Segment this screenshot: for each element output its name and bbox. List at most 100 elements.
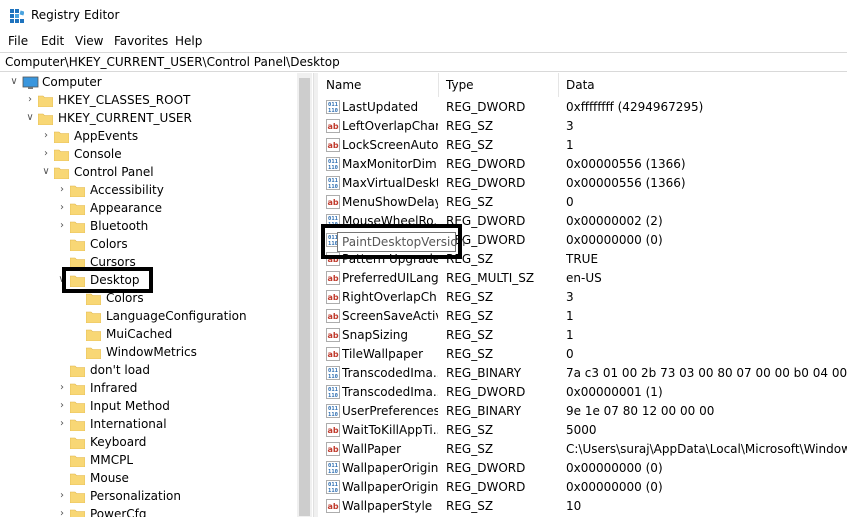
value-row[interactable]: ab WallPaper REG_SZ C:\Users\suraj\AppData\…	[318, 440, 847, 459]
tree-item[interactable]: MMCPL	[0, 452, 297, 470]
tree-item[interactable]: Colors	[0, 236, 297, 254]
tree-item-label[interactable]: MuiCached	[106, 327, 172, 341]
value-row[interactable]: ab RightOverlapCh... REG_SZ 3	[318, 288, 847, 307]
column-separator[interactable]	[438, 73, 439, 97]
tree-item-label[interactable]: HKEY_CURRENT_USER	[58, 111, 192, 125]
tree-item[interactable]: › Appearance	[0, 200, 297, 218]
menu-view[interactable]: View	[75, 34, 103, 48]
menu-file[interactable]: File	[8, 34, 28, 48]
tree-item[interactable]: ∨ HKEY_CURRENT_USER	[0, 110, 297, 128]
column-type[interactable]: Type	[446, 78, 474, 92]
tree-item[interactable]: Keyboard	[0, 434, 297, 452]
tree-item-label[interactable]: HKEY_CLASSES_ROOT	[58, 93, 190, 107]
column-data[interactable]: Data	[566, 78, 595, 92]
tree-item[interactable]: › AppEvents	[0, 128, 297, 146]
menu-favorites[interactable]: Favorites	[114, 34, 168, 48]
expand-chevron-icon[interactable]: ›	[57, 202, 67, 214]
tree-item[interactable]: › Bluetooth	[0, 218, 297, 236]
value-row[interactable]: ab LockScreenAuto... REG_SZ 1	[318, 136, 847, 155]
value-row[interactable]: ab TileWallpaper REG_SZ 0	[318, 345, 847, 364]
value-row[interactable]: 011 110 WallpaperOriginY REG_DWORD 0x0000000…	[318, 478, 847, 497]
expand-chevron-icon[interactable]: ›	[41, 130, 51, 142]
expand-chevron-icon[interactable]: ›	[57, 400, 67, 412]
tree-item-label[interactable]: International	[90, 417, 167, 431]
tree-item-label[interactable]: MMCPL	[90, 453, 133, 467]
address-bar[interactable]: Computer\HKEY_CURRENT_USER\Control Panel…	[0, 52, 847, 72]
tree-item-label[interactable]: Appearance	[90, 201, 162, 215]
value-row[interactable]: 011 110 MaxMonitorDim... REG_DWORD 0x0000055…	[318, 155, 847, 174]
svg-text:ab: ab	[327, 274, 338, 283]
value-row[interactable]: 011 110 LastUpdated REG_DWORD 0xffffffff (42…	[318, 98, 847, 117]
tree-item-label[interactable]: Console	[74, 147, 122, 161]
tree-item-label[interactable]: Colors	[90, 237, 128, 251]
tree-scrollbar[interactable]	[297, 73, 312, 517]
tree-item-label[interactable]: PowerCfg	[90, 507, 147, 517]
value-row[interactable]: ab MenuShowDelay REG_SZ 0	[318, 193, 847, 212]
value-row[interactable]: 011 110 WallpaperOriginX REG_DWORD 0x0000000…	[318, 459, 847, 478]
tree-item[interactable]: › International	[0, 416, 297, 434]
tree-item[interactable]: LanguageConfiguration	[0, 308, 297, 326]
expand-chevron-icon[interactable]: ›	[25, 94, 35, 106]
collapse-chevron-icon[interactable]: ∨	[25, 112, 35, 124]
tree-item-label[interactable]: Accessibility	[90, 183, 164, 197]
column-name[interactable]: Name	[326, 78, 361, 92]
value-row[interactable]: ab SnapSizing REG_SZ 1	[318, 326, 847, 345]
column-separator[interactable]	[558, 73, 559, 97]
tree-item-label[interactable]: Keyboard	[90, 435, 146, 449]
binary-value-icon: 011 110	[326, 385, 340, 399]
value-row[interactable]: 011110MaxVirtualDeskt... REG_DWORD 0x00000…	[318, 174, 847, 193]
value-row[interactable]: ab LeftOverlapChars REG_SZ 3	[318, 117, 847, 136]
value-row[interactable]: 011 110 TranscodedIma... REG_DWORD 0x0000000…	[318, 383, 847, 402]
address-path[interactable]: Computer\HKEY_CURRENT_USER\Control Panel…	[5, 55, 340, 69]
tree-item[interactable]: WindowMetrics	[0, 344, 297, 362]
expand-chevron-icon[interactable]: ›	[57, 220, 67, 232]
tree-item-label[interactable]: AppEvents	[74, 129, 138, 143]
tree-item[interactable]: don't load	[0, 362, 297, 380]
value-data: 1	[566, 328, 574, 342]
value-name: MaxVirtualDeskt...	[342, 176, 438, 190]
value-row[interactable]: 011 110 TranscodedIma... REG_BINARY 7a c3 01…	[318, 364, 847, 383]
expand-chevron-icon[interactable]: ›	[57, 382, 67, 394]
menu-edit[interactable]: Edit	[41, 34, 64, 48]
collapse-chevron-icon[interactable]: ∨	[41, 166, 51, 178]
tree-item[interactable]: › Personalization	[0, 488, 297, 506]
expand-chevron-icon[interactable]: ›	[57, 184, 67, 196]
expand-chevron-icon[interactable]: ›	[41, 148, 51, 160]
tree-item[interactable]: ∨ Control Panel	[0, 164, 297, 182]
tree-item-label[interactable]: Computer	[42, 75, 102, 89]
tree-item[interactable]: MuiCached	[0, 326, 297, 344]
expand-chevron-icon[interactable]: ›	[57, 508, 67, 517]
folder-icon	[69, 418, 86, 432]
tree-item[interactable]: › Infrared	[0, 380, 297, 398]
tree-item-label[interactable]: Bluetooth	[90, 219, 148, 233]
tree-item[interactable]: › Console	[0, 146, 297, 164]
tree-item-label[interactable]: Personalization	[90, 489, 181, 503]
value-row[interactable]: 011110UserPreferences... REG_BINARY 9e 1e …	[318, 402, 847, 421]
tree-item-label[interactable]: Infrared	[90, 381, 137, 395]
tree-scrollbar-thumb[interactable]	[299, 78, 310, 516]
value-name: RightOverlapCh...	[342, 290, 438, 304]
tree-item-label[interactable]: don't load	[90, 363, 150, 377]
expand-chevron-icon[interactable]: ›	[57, 490, 67, 502]
value-row[interactable]: ab WallpaperStyle REG_SZ 10	[318, 497, 847, 516]
tree-item[interactable]: › HKEY_CLASSES_ROOT	[0, 92, 297, 110]
svg-text:110: 110	[328, 374, 338, 380]
tree-item[interactable]: Mouse	[0, 470, 297, 488]
tree-item[interactable]: ∨ Computer	[0, 74, 297, 92]
tree-item-label[interactable]: Mouse	[90, 471, 129, 485]
tree-item[interactable]: › PowerCfg	[0, 506, 297, 517]
value-type: REG_SZ	[446, 442, 494, 456]
value-row[interactable]: ab WaitToKillAppTi... REG_SZ 5000	[318, 421, 847, 440]
tree-item-label[interactable]: Input Method	[90, 399, 170, 413]
expand-chevron-icon[interactable]: ›	[57, 418, 67, 430]
tree-item-label[interactable]: Colors	[106, 291, 144, 305]
tree-item[interactable]: › Input Method	[0, 398, 297, 416]
tree-item[interactable]: › Accessibility	[0, 182, 297, 200]
value-row[interactable]: ab PreferredUILang... REG_MULTI_SZ en-US	[318, 269, 847, 288]
value-row[interactable]: ab ScreenSaveActive REG_SZ 1	[318, 307, 847, 326]
tree-item-label[interactable]: WindowMetrics	[106, 345, 197, 359]
tree-item-label[interactable]: LanguageConfiguration	[106, 309, 247, 323]
collapse-chevron-icon[interactable]: ∨	[9, 76, 19, 88]
tree-item-label[interactable]: Control Panel	[74, 165, 154, 179]
menu-help[interactable]: Help	[175, 34, 202, 48]
